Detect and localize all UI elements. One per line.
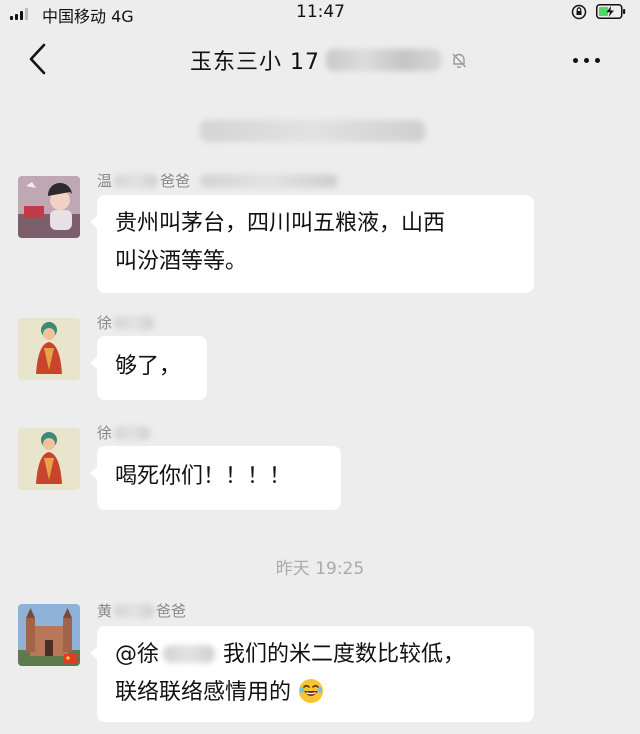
name-redaction (114, 315, 155, 330)
mention-text: @徐 (115, 642, 160, 667)
laughing-emoji-icon (299, 679, 324, 703)
sender-name-suffix: 爸爸 (156, 602, 187, 620)
battery-charging-icon (596, 4, 626, 19)
message-bubble[interactable]: 贵州叫茅台，四川叫五粮液，山西 叫汾酒等等。 (90, 195, 534, 293)
more-icon[interactable] (573, 58, 600, 63)
sender-name: 温 爸爸 (97, 170, 339, 191)
status-bar: 中国移动 4G 11:47 (0, 0, 640, 28)
chat-title-text: 玉东三小 17 (190, 50, 320, 75)
message-line: 联络联络感情用的 (115, 674, 516, 712)
carrier-label: 中国移动 4G (42, 7, 134, 26)
sender-name: 徐 (97, 312, 155, 333)
avatar[interactable] (18, 176, 80, 238)
sender-name-prefix: 黄 (97, 602, 113, 620)
sender-name-prefix: 徐 (97, 314, 113, 332)
mute-bell-icon (452, 53, 467, 69)
name-redaction (114, 425, 151, 440)
lock-rotation-icon (571, 4, 587, 20)
avatar[interactable] (18, 604, 80, 666)
sender-name-suffix: 爸爸 (160, 172, 191, 190)
message-text: 我们的米二度数比较低， (223, 642, 466, 667)
sender-name-prefix: 温 (97, 172, 113, 190)
message-bubble[interactable]: @徐 我们的米二度数比较低， 联络联络感情用的 (90, 626, 534, 722)
message-text: 喝死你们！！！！ (115, 464, 292, 489)
chat-title: 玉东三小 17 (190, 44, 468, 76)
name-redaction (114, 603, 155, 618)
message-text: 叫汾酒等等。 (115, 249, 248, 274)
back-chevron-icon[interactable] (26, 42, 50, 76)
message-text: 联络联络感情用的 (115, 680, 292, 705)
message-text: 贵州叫茅台，四川叫五粮液，山西 (115, 211, 446, 236)
sender-name: 黄 爸爸 (97, 600, 186, 621)
status-time: 11:47 (296, 2, 345, 22)
message-line: @徐 我们的米二度数比较低， (115, 636, 516, 674)
avatar[interactable] (18, 428, 80, 490)
mention-redaction (163, 645, 216, 663)
title-redaction (326, 49, 442, 71)
sender-name-prefix: 徐 (97, 424, 113, 442)
message-bubble[interactable]: 够了， (90, 336, 207, 400)
redacted-notice (200, 120, 425, 142)
signal-icon (10, 8, 28, 20)
nav-bar: 玉东三小 17 (0, 28, 640, 90)
time-separator: 昨天 19:25 (275, 559, 365, 579)
message-text: 够了， (115, 354, 182, 379)
name-redaction (200, 173, 339, 188)
sender-name: 徐 (97, 422, 151, 443)
avatar[interactable] (18, 318, 80, 380)
name-redaction (114, 173, 159, 188)
message-bubble[interactable]: 喝死你们！！！！ (90, 446, 341, 510)
